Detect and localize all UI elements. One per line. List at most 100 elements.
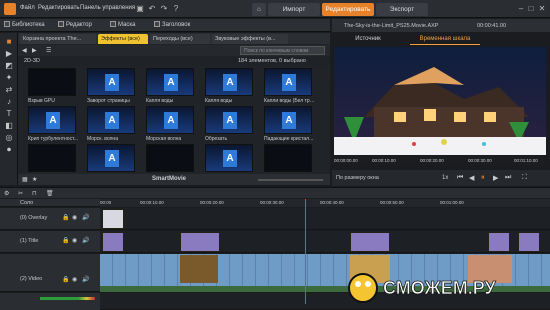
- project-bin-icon[interactable]: ■: [4, 37, 14, 47]
- photo-icon[interactable]: ◩: [4, 61, 14, 71]
- effect-item[interactable]: A Заворот страницы: [87, 68, 135, 104]
- effect-item[interactable]: Взрыв GPU: [28, 68, 76, 104]
- tab-source[interactable]: Источник: [340, 34, 396, 45]
- razor-icon[interactable]: ✂: [18, 190, 23, 197]
- back-frame-icon[interactable]: ◀: [469, 174, 474, 182]
- effects-icon[interactable]: ✦: [4, 73, 14, 83]
- effect-thumbnail[interactable]: A: [146, 106, 194, 134]
- tab-timeline[interactable]: Временная шкала: [410, 34, 480, 45]
- fast-forward-icon[interactable]: ⏭: [505, 174, 511, 182]
- effect-thumbnail[interactable]: A: [264, 68, 312, 96]
- editor-toggle[interactable]: Редактор: [58, 21, 92, 28]
- library-toggle[interactable]: Библиотека: [4, 21, 45, 28]
- tab-project-bin[interactable]: Корзина проекта The...: [20, 34, 96, 44]
- zoom-select[interactable]: По размеру окна: [336, 175, 379, 181]
- transition-icon[interactable]: ⇄: [4, 85, 14, 95]
- smartmovie-button[interactable]: SmartMovie: [152, 176, 186, 182]
- clip[interactable]: [102, 232, 124, 252]
- trash-icon[interactable]: 🗑: [46, 190, 54, 197]
- search-input[interactable]: Поиск по ключевым словам: [240, 46, 325, 55]
- zoom-slider[interactable]: [258, 179, 323, 181]
- music-icon[interactable]: ♪: [4, 97, 14, 107]
- redo-icon[interactable]: ↷: [159, 4, 169, 14]
- pause-icon[interactable]: ⏸: [481, 174, 485, 182]
- lane-overlay[interactable]: [100, 208, 550, 230]
- timeline-settings-icon[interactable]: ⚙: [4, 190, 9, 197]
- minimize-icon[interactable]: –: [516, 4, 526, 14]
- fullscreen-icon[interactable]: ⛶: [522, 174, 527, 182]
- timeline-ruler[interactable]: 00:00 00:00:10.00 00:00:20.00 00:00:30.0…: [100, 199, 550, 207]
- tab-export[interactable]: Экспорт: [376, 3, 428, 16]
- effect-thumbnail[interactable]: [264, 144, 312, 172]
- mask-toggle[interactable]: Маска: [110, 21, 136, 28]
- effect-item[interactable]: [28, 144, 76, 174]
- title-toggle[interactable]: Заголовок: [154, 21, 190, 28]
- star-icon[interactable]: ★: [32, 176, 37, 183]
- effect-thumbnail[interactable]: A: [87, 106, 135, 134]
- clip-thumbnail[interactable]: [180, 255, 218, 283]
- effect-thumbnail[interactable]: A: [205, 144, 253, 172]
- effect-thumbnail[interactable]: A: [264, 106, 312, 134]
- title-icon[interactable]: T: [4, 109, 14, 119]
- effect-thumbnail[interactable]: A: [146, 68, 194, 96]
- clip[interactable]: [350, 232, 390, 252]
- menu-control-panel[interactable]: Панель управления: [80, 5, 135, 11]
- help-icon[interactable]: ?: [171, 4, 181, 14]
- effect-thumbnail[interactable]: A: [28, 106, 76, 134]
- tab-effects[interactable]: Эффекты (все): [98, 34, 148, 44]
- tab-import[interactable]: Импорт: [268, 3, 320, 16]
- disc-icon[interactable]: ◎: [4, 133, 14, 143]
- menu-file[interactable]: Файл: [20, 5, 35, 11]
- magnet-icon[interactable]: ⊓: [32, 190, 37, 197]
- effect-item[interactable]: A: [205, 144, 253, 174]
- clip[interactable]: [488, 232, 510, 252]
- speed-label[interactable]: 1x: [442, 175, 448, 181]
- effect-thumbnail[interactable]: A: [87, 68, 135, 96]
- home-button[interactable]: ⌂: [252, 3, 266, 16]
- montage-icon[interactable]: ◧: [4, 121, 14, 131]
- save-icon[interactable]: ▣: [135, 4, 145, 14]
- maximize-icon[interactable]: □: [526, 4, 536, 14]
- playhead[interactable]: [305, 199, 306, 304]
- lock-icon[interactable]: 🔒: [62, 276, 69, 283]
- speaker-icon[interactable]: 🔊: [82, 214, 89, 221]
- back-icon[interactable]: ◀: [22, 47, 27, 54]
- lock-icon[interactable]: 🔒: [62, 214, 69, 221]
- forward-icon[interactable]: ▶: [32, 47, 37, 54]
- effect-thumbnail[interactable]: A: [205, 106, 253, 134]
- effect-thumbnail[interactable]: [146, 144, 194, 172]
- effect-item[interactable]: A Капли воды (Бел тра...: [264, 68, 316, 104]
- grid-view-icon[interactable]: ▦: [22, 176, 28, 183]
- clip[interactable]: [518, 232, 540, 252]
- video-icon[interactable]: ▶: [4, 49, 14, 59]
- effect-item[interactable]: A Обрезать: [205, 106, 253, 142]
- visibility-icon[interactable]: ◉: [72, 237, 77, 244]
- effect-item[interactable]: [264, 144, 312, 174]
- effect-item[interactable]: A Морская волна: [146, 106, 194, 142]
- lock-icon[interactable]: 🔒: [62, 237, 69, 244]
- effect-item[interactable]: [146, 144, 194, 174]
- visibility-icon[interactable]: ◉: [72, 214, 77, 221]
- effect-item[interactable]: A Падающие кристал...: [264, 106, 313, 142]
- effect-item[interactable]: A: [87, 144, 135, 174]
- tab-transitions[interactable]: Переходы (все): [150, 34, 210, 44]
- speaker-icon[interactable]: 🔊: [82, 237, 89, 244]
- menu-edit[interactable]: Редактировать: [38, 5, 79, 11]
- speaker-icon[interactable]: 🔊: [82, 276, 89, 283]
- clip[interactable]: [180, 232, 220, 252]
- close-icon[interactable]: ✕: [537, 4, 547, 14]
- view-icon[interactable]: ☰: [46, 47, 51, 54]
- undo-icon[interactable]: ↶: [147, 4, 157, 14]
- tab-sound-effects[interactable]: Звуковые эффекты (в...: [212, 34, 288, 44]
- category-label[interactable]: 2D-3D: [24, 58, 40, 64]
- effect-thumbnail[interactable]: A: [87, 144, 135, 172]
- effect-thumbnail[interactable]: A: [205, 68, 253, 96]
- effect-item[interactable]: A Капля воды: [205, 68, 253, 104]
- preview-scrubber[interactable]: 00:00:00.00 00:00:10.00 00:00:20.00 00:0…: [334, 157, 546, 165]
- effect-item[interactable]: A Морск. волна: [87, 106, 135, 142]
- effect-thumbnail[interactable]: [28, 68, 76, 96]
- lane-title[interactable]: [100, 231, 550, 253]
- effect-item[interactable]: A Крип турбулентност...: [28, 106, 78, 142]
- effect-thumbnail[interactable]: [28, 144, 76, 172]
- forward-frame-icon[interactable]: ▶: [493, 174, 498, 182]
